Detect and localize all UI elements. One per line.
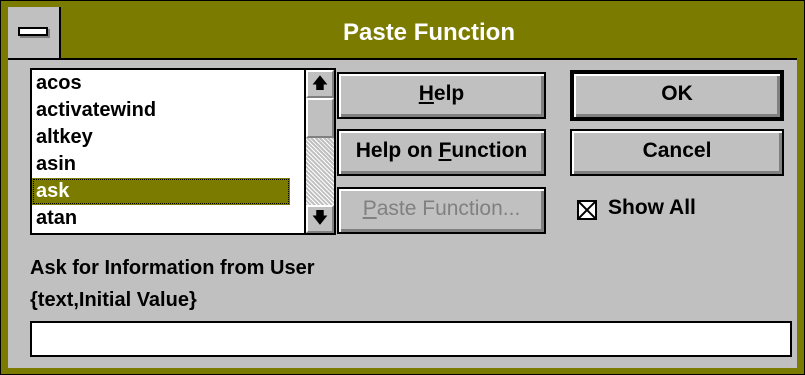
scroll-up-button[interactable]: 🡅: [306, 70, 334, 98]
show-all-checkbox[interactable]: [577, 200, 597, 220]
function-syntax: {text,Initial Value}: [30, 289, 197, 311]
cancel-button[interactable]: Cancel: [570, 129, 784, 176]
function-list-item[interactable]: acos: [32, 70, 290, 97]
scroll-down-button[interactable]: 🡇: [306, 205, 334, 233]
help-label: Help: [418, 82, 465, 105]
function-list-item[interactable]: asin: [32, 151, 290, 178]
function-list-item[interactable]: ask: [32, 178, 290, 205]
scroll-thumb[interactable]: [306, 98, 334, 138]
cancel-label: Cancel: [642, 139, 712, 162]
arrow-down-icon: 🡇: [311, 210, 329, 227]
arguments-input[interactable]: [30, 321, 792, 357]
ok-button[interactable]: OK: [570, 70, 784, 121]
arrow-up-icon: 🡅: [311, 75, 329, 92]
checkbox-x-icon: [579, 202, 595, 218]
function-list-item[interactable]: activatewind: [32, 97, 290, 124]
hof-label: Help on Function: [355, 139, 528, 162]
function-listbox[interactable]: acos activatewind altkey asin ask atan 🡅 🡇: [30, 68, 336, 235]
function-list-item[interactable]: atan: [32, 205, 290, 232]
function-list-item[interactable]: altkey: [32, 124, 290, 151]
title-bar[interactable]: Paste Function: [8, 7, 797, 58]
help-button[interactable]: Help: [337, 72, 546, 119]
vertical-scrollbar[interactable]: 🡅 🡇: [304, 70, 334, 233]
show-all-label[interactable]: Show All: [608, 196, 696, 220]
window-title: Paste Function: [342, 19, 516, 46]
pf-label: Paste Function...: [362, 197, 521, 220]
system-menu-button[interactable]: [8, 7, 61, 58]
system-menu-icon: [18, 27, 48, 36]
paste-function-dialog: Paste Function acos activatewind altkey asi…: [0, 0, 805, 375]
paste-function-button[interactable]: Paste Function...: [337, 187, 546, 234]
dialog-client-area: acos activatewind altkey asin ask atan 🡅 🡇 He…: [8, 58, 797, 368]
ok-label: OK: [661, 82, 693, 105]
function-list[interactable]: acos activatewind altkey asin ask atan: [32, 70, 290, 233]
help-on-function-button[interactable]: Help on Function: [337, 129, 546, 176]
function-description: Ask for Information from User: [30, 257, 315, 279]
